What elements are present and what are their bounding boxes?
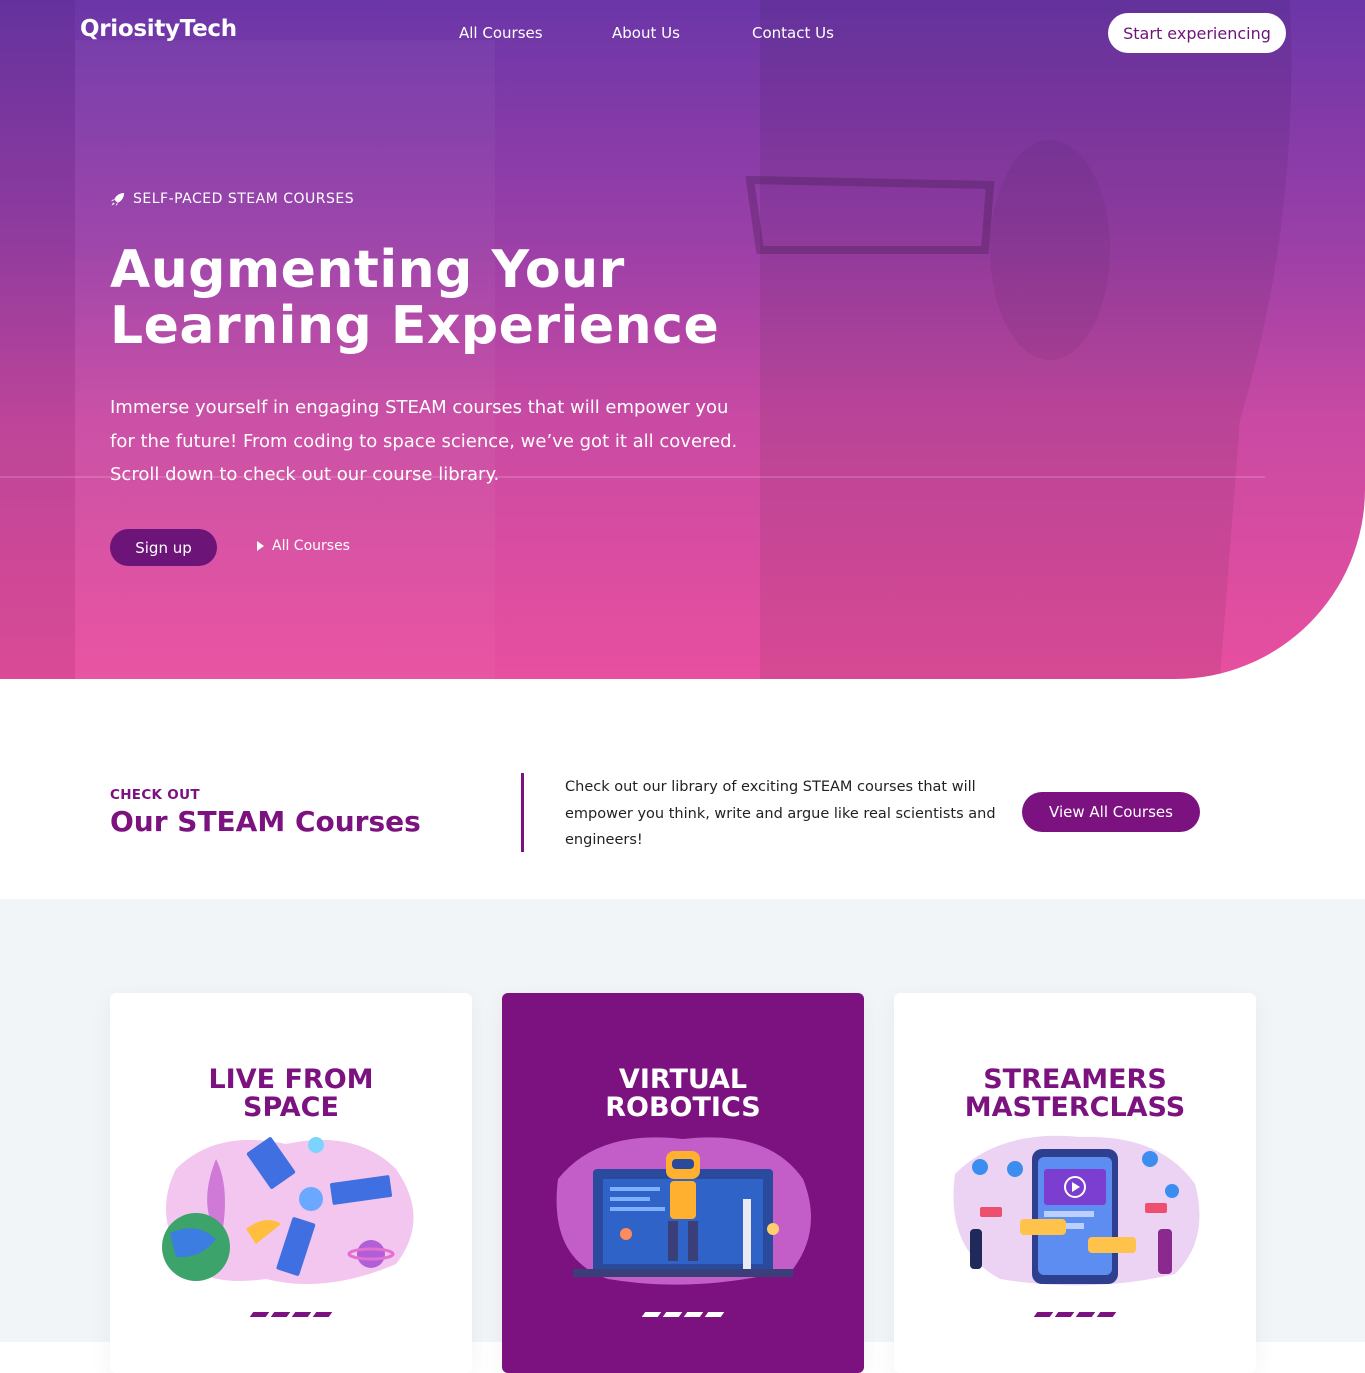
- course-title-line-2: ROBOTICS: [605, 1092, 761, 1123]
- sign-up-button[interactable]: Sign up: [110, 529, 217, 566]
- nav-link-about-us[interactable]: About Us: [612, 24, 680, 42]
- hero-title-line-1: Augmenting Your: [110, 240, 625, 300]
- course-title: LIVE FROM SPACE: [110, 1066, 472, 1122]
- top-nav: QriosityTech All Courses About Us Contac…: [0, 0, 1365, 66]
- hero-description: Immerse yourself in engaging STEAM cours…: [110, 397, 738, 485]
- all-courses-link-label: All Courses: [272, 538, 350, 554]
- course-title: VIRTUAL ROBOTICS: [502, 1066, 864, 1122]
- hero-eyebrow-text: SELF-PACED STEAM COURSES: [133, 191, 355, 207]
- course-title-line-1: STREAMERS: [983, 1064, 1167, 1095]
- section-title: Our STEAM Courses: [110, 805, 421, 838]
- section-description: Check out our library of exciting STEAM …: [565, 779, 996, 848]
- course-title-line-2: SPACE: [243, 1092, 339, 1123]
- course-title: STREAMERS MASTERCLASS: [894, 1066, 1256, 1122]
- card-decoration: [249, 1312, 333, 1317]
- course-card-streamers-masterclass[interactable]: STREAMERS MASTERCLASS: [894, 993, 1256, 1373]
- start-experiencing-button[interactable]: Start experiencing: [1108, 13, 1286, 53]
- all-courses-link[interactable]: All Courses: [257, 538, 350, 554]
- nav-link-all-courses[interactable]: All Courses: [459, 24, 543, 42]
- course-card-live-from-space[interactable]: LIVE FROM SPACE: [110, 993, 472, 1373]
- section-kicker: CHECK OUT: [110, 787, 200, 803]
- course-title-line-1: LIVE FROM: [208, 1064, 374, 1095]
- play-triangle-icon: [257, 541, 264, 551]
- hero-eyebrow: SELF-PACED STEAM COURSES: [110, 191, 354, 207]
- view-all-courses-button[interactable]: View All Courses: [1022, 792, 1200, 832]
- robotics-illustration: [556, 1137, 811, 1285]
- site-logo[interactable]: QriosityTech: [80, 16, 237, 42]
- hero-title-line-2: Learning Experience: [110, 296, 720, 356]
- course-title-line-2: MASTERCLASS: [964, 1092, 1186, 1123]
- hero-title: Augmenting Your Learning Experience: [110, 242, 810, 354]
- nav-link-contact-us[interactable]: Contact Us: [752, 24, 834, 42]
- hero-section: QriosityTech All Courses About Us Contac…: [0, 0, 1365, 679]
- streaming-illustration: [953, 1135, 1200, 1286]
- course-card-virtual-robotics[interactable]: VIRTUAL ROBOTICS: [502, 993, 864, 1373]
- space-illustration: [162, 1137, 414, 1284]
- divider: [521, 773, 524, 852]
- rocket-icon: [110, 192, 125, 206]
- card-decoration: [1033, 1312, 1117, 1317]
- card-decoration: [641, 1312, 725, 1317]
- course-title-line-1: VIRTUAL: [618, 1064, 748, 1095]
